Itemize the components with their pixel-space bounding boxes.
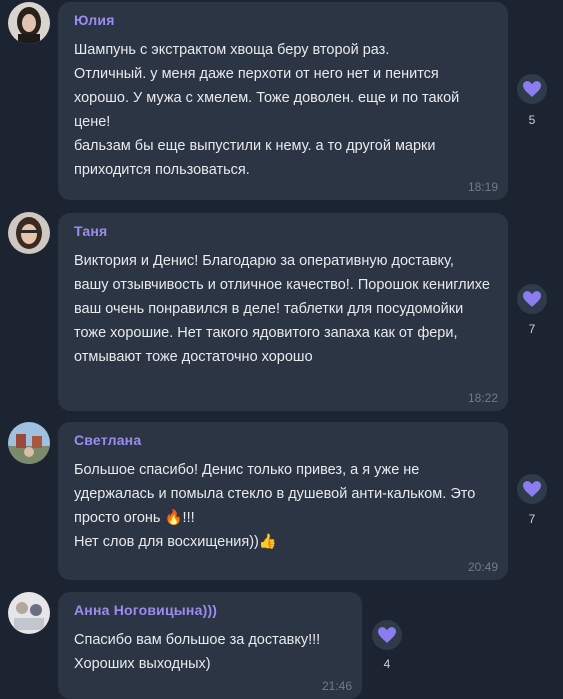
avatar[interactable] bbox=[8, 592, 50, 634]
purple-heart-icon bbox=[523, 481, 541, 497]
message-bubble: Таня Виктория и Денис! Благодарю за опер… bbox=[58, 213, 508, 411]
purple-heart-icon bbox=[378, 627, 396, 643]
message-time: 18:19 bbox=[467, 180, 498, 194]
reaction-count: 7 bbox=[528, 512, 536, 526]
reaction-button[interactable] bbox=[372, 620, 402, 650]
reaction-button[interactable] bbox=[517, 74, 547, 104]
purple-heart-icon bbox=[523, 291, 541, 307]
message-bubble: Юлия Шампунь с экстрактом хвоща беру вто… bbox=[58, 2, 508, 200]
avatar[interactable] bbox=[8, 422, 50, 464]
message-text: Большое спасибо! Денис только привез, а … bbox=[74, 462, 476, 550]
message-time: 21:46 bbox=[321, 679, 352, 693]
purple-heart-icon bbox=[523, 81, 541, 97]
message-text: Виктория и Денис! Благодарю за оперативн… bbox=[74, 253, 490, 365]
avatar[interactable] bbox=[8, 212, 50, 254]
message-time: 20:49 bbox=[467, 560, 498, 574]
message-author[interactable]: Таня bbox=[74, 223, 492, 239]
message-text: Спасибо вам большое за доставку!!! Хорош… bbox=[74, 632, 321, 672]
reaction-button[interactable] bbox=[517, 474, 547, 504]
message-time: 18:22 bbox=[467, 391, 498, 405]
reaction-count: 4 bbox=[383, 657, 391, 671]
reaction-button[interactable] bbox=[517, 284, 547, 314]
avatar[interactable] bbox=[8, 2, 50, 44]
reaction-count: 5 bbox=[528, 113, 536, 127]
message-author[interactable]: Юлия bbox=[74, 12, 492, 28]
message-author[interactable]: Анна Ноговицына))) bbox=[74, 602, 346, 618]
reaction-count: 7 bbox=[528, 322, 536, 336]
message-bubble: Анна Ноговицына))) Спасибо вам большое з… bbox=[58, 592, 362, 699]
message-bubble: Светлана Большое спасибо! Денис только п… bbox=[58, 422, 508, 580]
message-text: Шампунь с экстрактом хвоща беру второй р… bbox=[74, 42, 460, 178]
message-author[interactable]: Светлана bbox=[74, 432, 492, 448]
